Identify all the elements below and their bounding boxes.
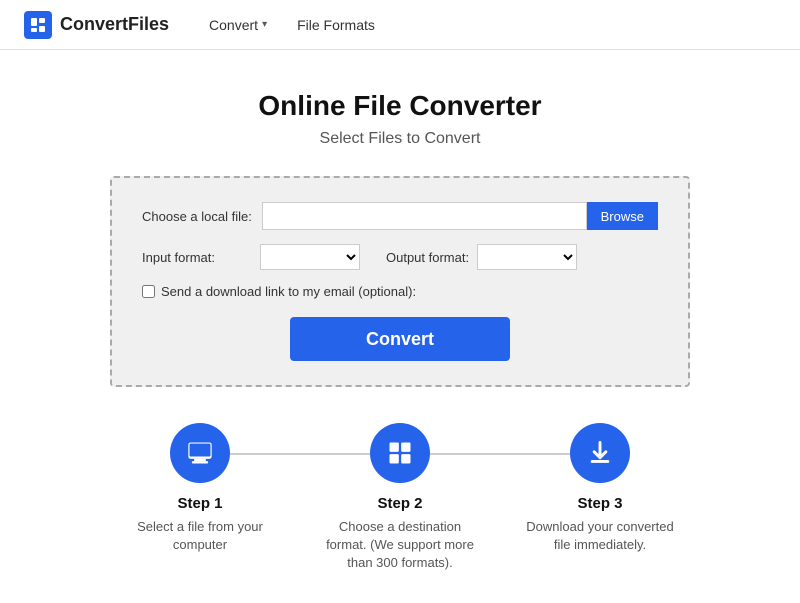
file-input-row: Choose a local file: Browse (142, 202, 658, 230)
step-1: Step 1 Select a file from your computer (100, 423, 300, 554)
file-text-input[interactable] (262, 202, 587, 230)
nav-convert[interactable]: Convert ▾ (209, 17, 267, 33)
file-input-group: Browse (262, 202, 658, 230)
step-3-label: Step 3 (577, 495, 622, 512)
output-format-select[interactable] (477, 244, 577, 270)
step-2: Step 2 Choose a destination format. (We … (300, 423, 500, 573)
logo-icon (24, 11, 52, 39)
input-format-group: Input format: (142, 244, 360, 270)
nav-file-formats[interactable]: File Formats (297, 17, 375, 33)
step-2-icon (370, 423, 430, 483)
converter-box: Choose a local file: Browse Input format… (110, 176, 690, 387)
format-row: Input format: Output format: (142, 244, 658, 270)
local-file-label: Choose a local file: (142, 209, 252, 224)
logo-text: ConvertFiles (60, 14, 169, 35)
email-checkbox-row: Send a download link to my email (option… (142, 284, 658, 299)
output-format-label: Output format: (386, 250, 469, 265)
navbar-links: Convert ▾ File Formats (209, 17, 375, 33)
step-2-label: Step 2 (377, 495, 422, 512)
output-format-group: Output format: (386, 244, 577, 270)
step-1-desc: Select a file from your computer (120, 518, 280, 554)
page-subtitle: Select Files to Convert (320, 130, 481, 148)
input-format-label: Input format: (142, 250, 252, 265)
steps-section: Step 1 Select a file from your computer … (100, 423, 700, 573)
logo: ConvertFiles (24, 11, 169, 39)
browse-button[interactable]: Browse (587, 202, 658, 230)
step-1-icon (170, 423, 230, 483)
step-3-desc: Download your converted file immediately… (520, 518, 680, 554)
main-content: Online File Converter Select Files to Co… (0, 50, 800, 603)
navbar: ConvertFiles Convert ▾ File Formats (0, 0, 800, 50)
step-3: Step 3 Download your converted file imme… (500, 423, 700, 554)
email-checkbox[interactable] (142, 285, 155, 298)
convert-button[interactable]: Convert (290, 317, 510, 361)
email-checkbox-label: Send a download link to my email (option… (161, 284, 416, 299)
chevron-down-icon: ▾ (262, 19, 267, 30)
step-3-icon (570, 423, 630, 483)
input-format-select[interactable] (260, 244, 360, 270)
step-2-desc: Choose a destination format. (We support… (320, 518, 480, 573)
step-1-label: Step 1 (177, 495, 222, 512)
page-title: Online File Converter (258, 90, 541, 122)
